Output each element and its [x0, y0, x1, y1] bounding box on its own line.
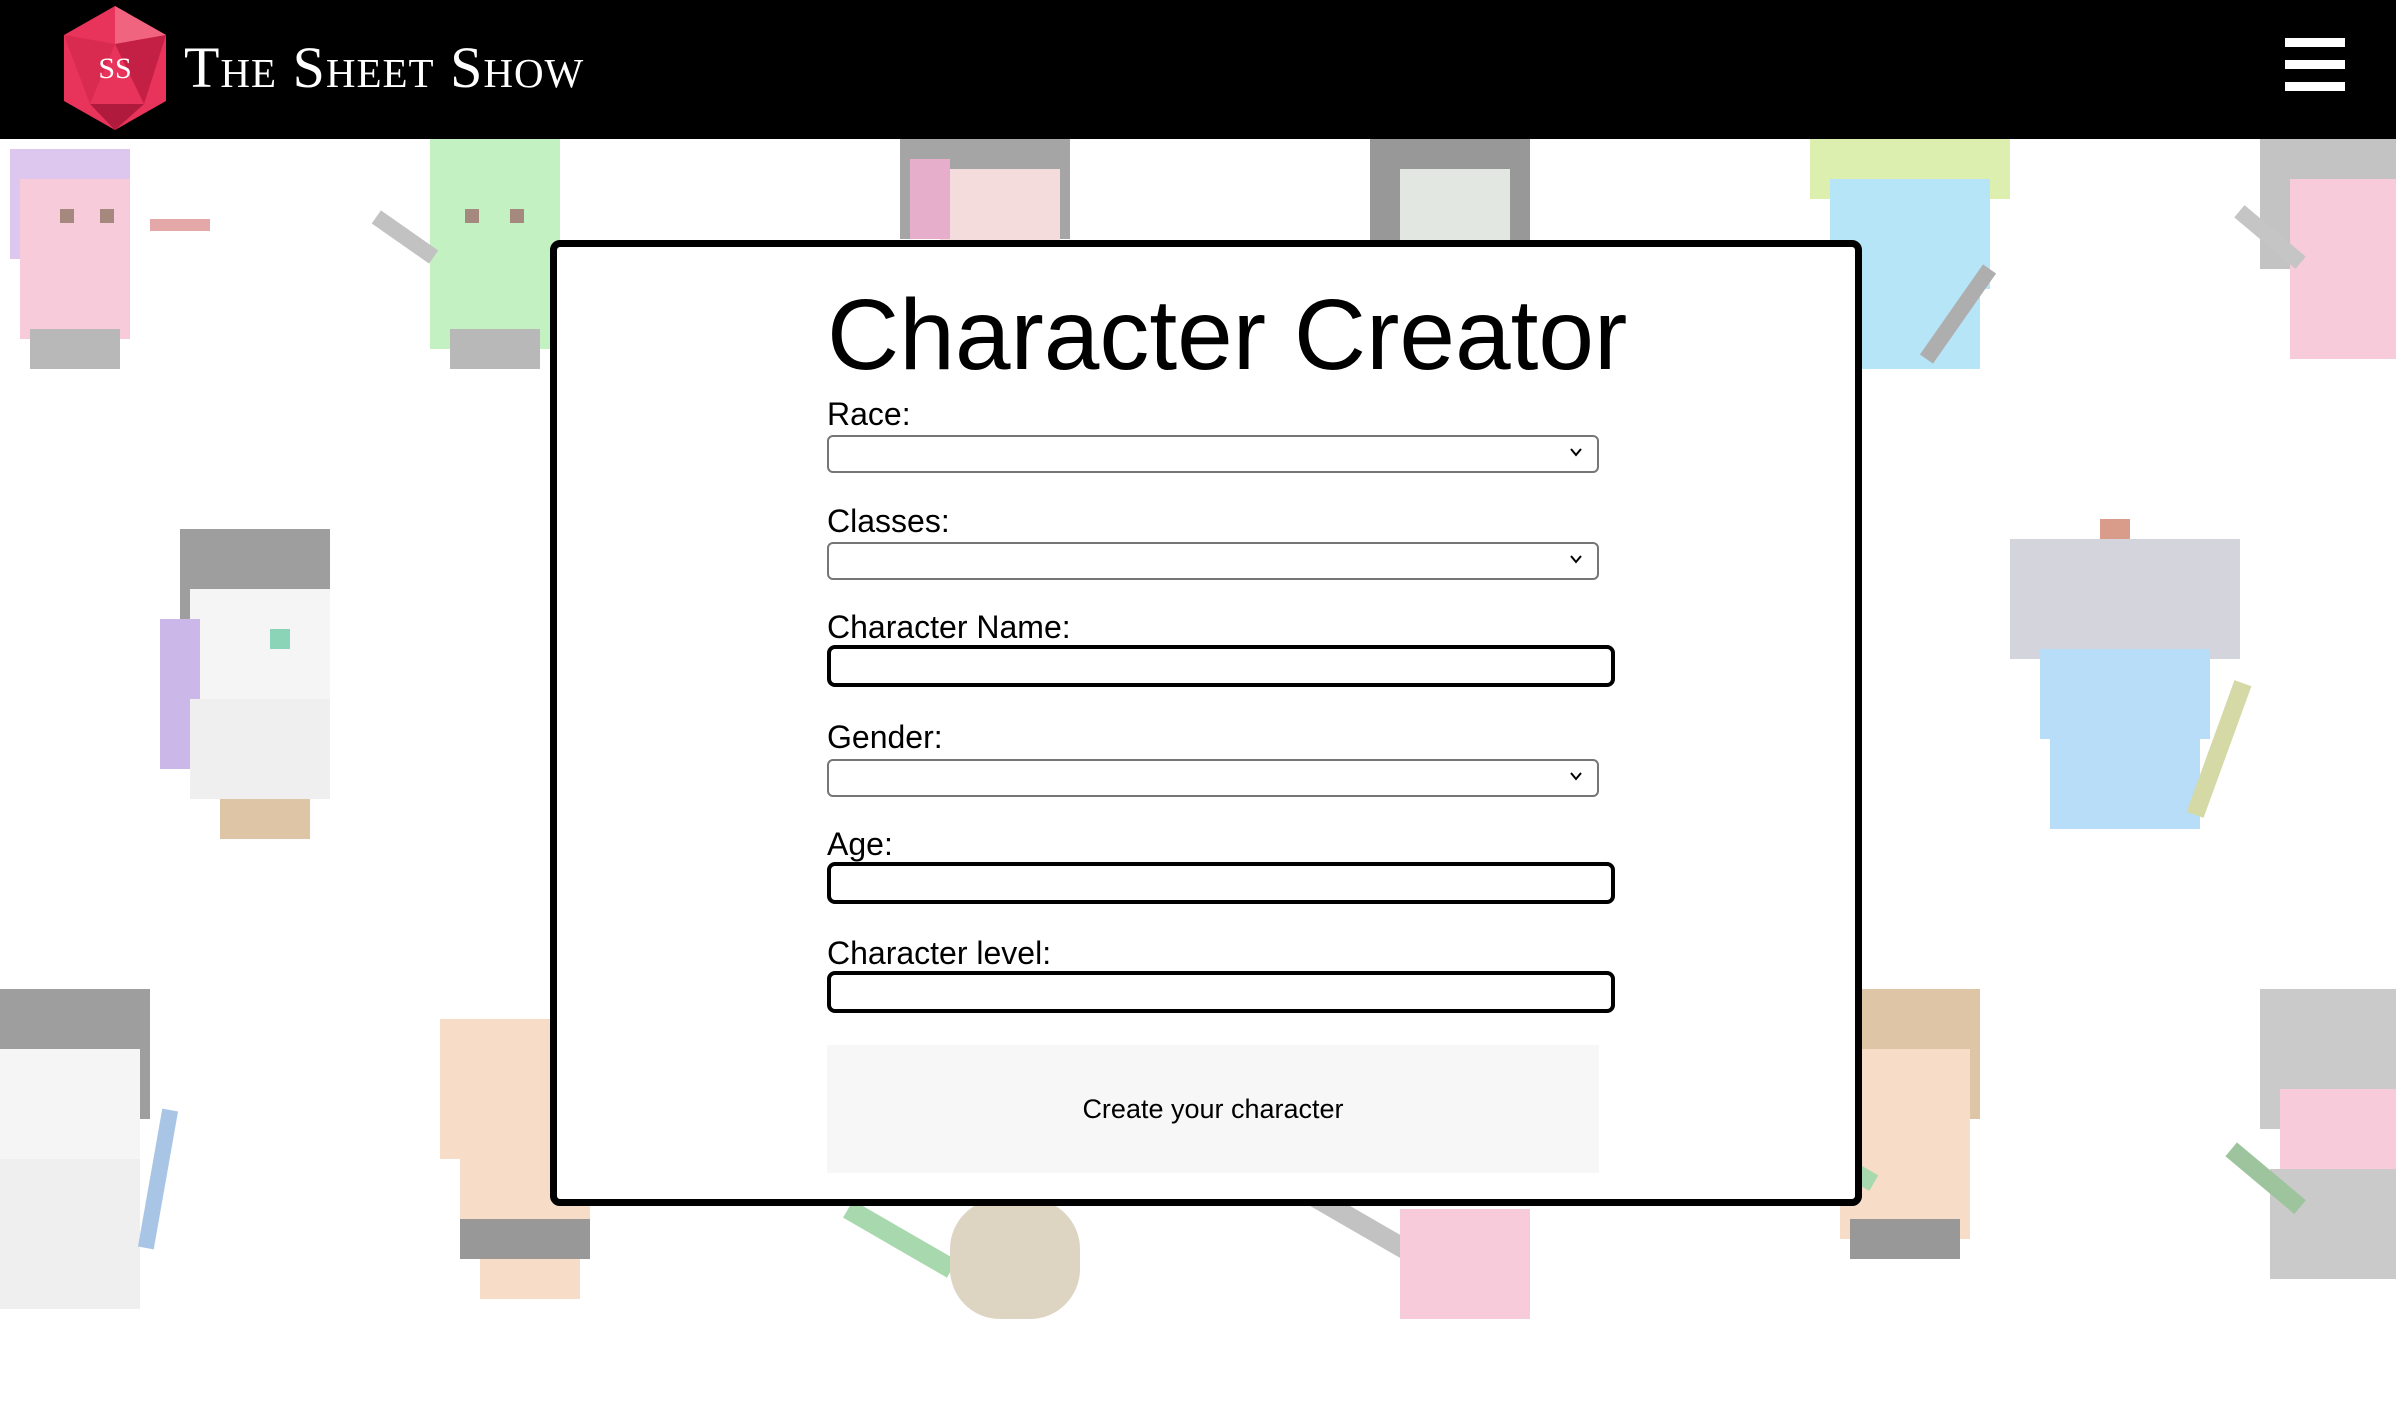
- logo-initials: SS: [98, 52, 131, 85]
- chevron-down-icon: [1570, 772, 1582, 781]
- knight-sprite: [2234, 139, 2396, 359]
- character-level-label: Character level:: [827, 935, 1052, 971]
- site-logo-link[interactable]: SS The Sheet Show: [60, 4, 584, 132]
- classes-select[interactable]: [827, 542, 1599, 580]
- shield-bearer-sprite: [843, 1199, 1080, 1319]
- armored-triton-sprite: [2010, 519, 2252, 829]
- hamburger-menu-icon[interactable]: [2285, 38, 2345, 91]
- age-label: Age:: [827, 826, 893, 862]
- page-title: Character Creator: [827, 279, 1628, 391]
- classes-label: Classes:: [827, 503, 950, 539]
- character-level-input[interactable]: [827, 971, 1615, 1013]
- site-title: The Sheet Show: [184, 35, 585, 100]
- gender-select[interactable]: [827, 759, 1599, 797]
- gender-label: Gender:: [827, 719, 943, 755]
- top-nav-bar: SS The Sheet Show: [0, 0, 2396, 139]
- chevron-down-icon: [1570, 448, 1582, 457]
- skeleton-mage-sprite: [160, 529, 330, 839]
- age-input[interactable]: [827, 862, 1615, 904]
- race-label: Race:: [827, 396, 911, 432]
- character-name-label: Character Name:: [827, 609, 1071, 645]
- armored-knight-sprite: [2225, 989, 2396, 1279]
- character-creator-card: Character Creator Race: Classes: Charact…: [550, 240, 1862, 1206]
- race-select[interactable]: [827, 435, 1599, 473]
- skeleton-warlock-sprite: [0, 989, 179, 1309]
- chevron-down-icon: [1570, 555, 1582, 564]
- character-name-input[interactable]: [827, 645, 1615, 687]
- create-character-button[interactable]: Create your character: [827, 1045, 1599, 1173]
- paladin-sprite: [1304, 1199, 1530, 1319]
- d20-logo-icon: SS: [64, 6, 166, 130]
- elf-archer-sprite: [10, 149, 210, 369]
